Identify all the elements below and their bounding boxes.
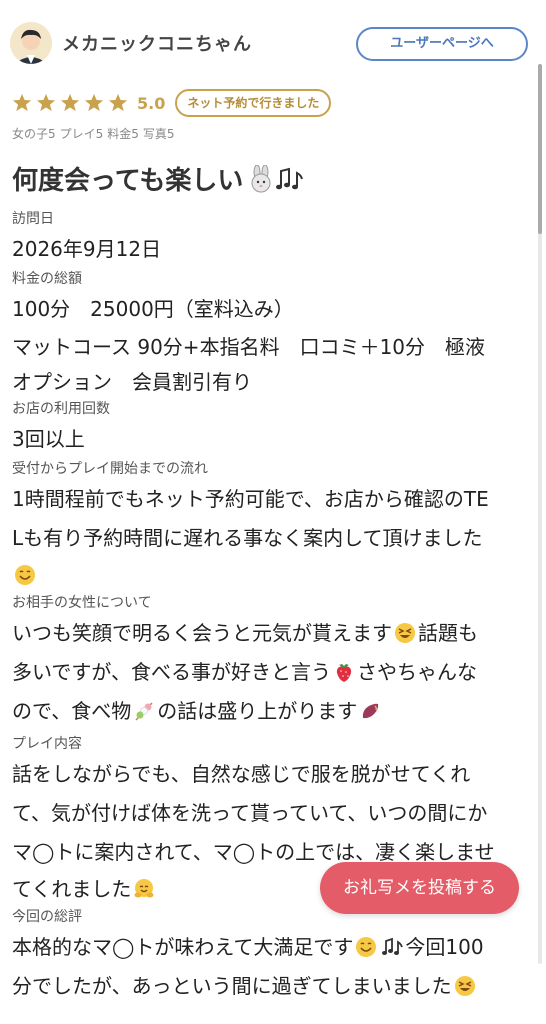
- summary-text: 今回100: [405, 935, 484, 959]
- girl-value-line: いつも笑顔で明るく会うと元気が貰えます 話題も: [12, 614, 538, 653]
- music-notes-icon: [382, 937, 404, 955]
- girl-text: 多いですが、食べる事が好きと言う: [12, 660, 331, 684]
- price-value-line: 100分 25000円（室料込み）: [12, 297, 294, 321]
- star-icon: [109, 94, 127, 111]
- user-page-button[interactable]: ユーザーページへ: [356, 27, 528, 61]
- rating-value: 5.0: [137, 93, 166, 113]
- rabbit-icon: [251, 164, 271, 192]
- avatar-icon: [10, 22, 52, 64]
- visit-date-value: 2026年9月12日: [12, 237, 162, 261]
- net-reservation-badge: ネット予約で行きました: [175, 89, 332, 117]
- hugging-face-icon: [134, 879, 154, 898]
- summary-text: 本格的なマ◯トが味わえて大満足です: [12, 935, 354, 959]
- rating-row: 5.0 ネット予約で行きました: [12, 89, 332, 117]
- flow-label: 受付からプレイ開始までの流れ: [12, 461, 208, 477]
- flow-value-emoji-line: [12, 558, 538, 592]
- play-value-line: 話をしながらでも、自然な感じで服を脱がせてくれ: [12, 762, 471, 786]
- flow-value-line: 1時間程前でもネット予約可能で、お店から確認のTE: [12, 487, 489, 511]
- girl-text: さやちゃんな: [357, 660, 477, 684]
- star-icon: [37, 94, 55, 111]
- sub-ratings: 女の子5 プレイ5 料金5 写真5: [12, 125, 175, 142]
- girl-text: ので、食べ物: [12, 699, 132, 723]
- visit-date-label: 訪問日: [12, 211, 54, 227]
- girl-label: お相手の女性について: [12, 595, 152, 611]
- star-icon: [61, 94, 79, 111]
- play-text: てくれました: [12, 877, 132, 901]
- sub-rating-girl: 女の子5: [12, 127, 56, 141]
- star-icon: [85, 94, 103, 111]
- price-value-line: オプション 会員割引有り: [12, 370, 252, 394]
- star-icon: [13, 94, 31, 111]
- visit-count-value: 3回以上: [12, 427, 85, 451]
- rating-stars: [12, 93, 132, 113]
- review-header: メカニックコニちゃん ユーザーページへ: [0, 0, 546, 88]
- girl-text: 話題も: [418, 621, 478, 645]
- music-notes-icon: [276, 167, 304, 189]
- post-thank-photo-button[interactable]: お礼写メを投稿する: [320, 862, 519, 914]
- price-label: 料金の総額: [12, 271, 82, 287]
- review-title-row: 何度会っても楽しい: [12, 160, 305, 197]
- play-value-line: て、気が付けば体を洗って貰っていて、いつの間にか: [12, 801, 488, 825]
- grin-squint-icon: [395, 623, 415, 643]
- username[interactable]: メカニックコニちゃん: [62, 30, 252, 56]
- strawberry-icon: [336, 664, 352, 682]
- girl-text: の話は盛り上がります: [157, 699, 358, 723]
- summary-value-line: 本格的なマ◯トが味わえて大満足です 今回100: [12, 928, 538, 967]
- girl-value-line: 多いですが、食べる事が好きと言う さやちゃんな: [12, 653, 538, 692]
- sub-rating-price: 料金5: [107, 127, 139, 141]
- summary-text: 分でしたが、あっという間に過ぎてしまいました: [12, 974, 452, 998]
- scrollbar-thumb[interactable]: [538, 64, 542, 234]
- flow-value-line: Lも有り予約時間に遅れる事なく案内して頂けました: [12, 526, 483, 550]
- smile-icon: [356, 937, 377, 957]
- summary-value-line: 分でしたが、あっという間に過ぎてしまいました: [12, 967, 538, 1006]
- play-label: プレイ内容: [12, 736, 82, 752]
- price-value-line: マットコース 90分+本指名料 口コミ＋10分 極液: [12, 335, 486, 359]
- grin-squint-icon: [454, 976, 475, 996]
- sub-rating-photo: 写真5: [142, 127, 175, 141]
- sub-rating-play: プレイ5: [59, 127, 104, 141]
- girl-value-line: ので、食べ物 の話は盛り上がります: [12, 692, 538, 731]
- smile-icon: [15, 565, 35, 585]
- dango-icon: [135, 702, 153, 721]
- user-avatar[interactable]: [10, 22, 52, 64]
- visit-count-label: お店の利用回数: [12, 401, 110, 417]
- review-title: 何度会っても楽しい: [12, 166, 244, 196]
- girl-text: いつも笑顔で明るく会うと元気が貰えます: [12, 621, 392, 645]
- sweet-potato-icon: [363, 703, 379, 719]
